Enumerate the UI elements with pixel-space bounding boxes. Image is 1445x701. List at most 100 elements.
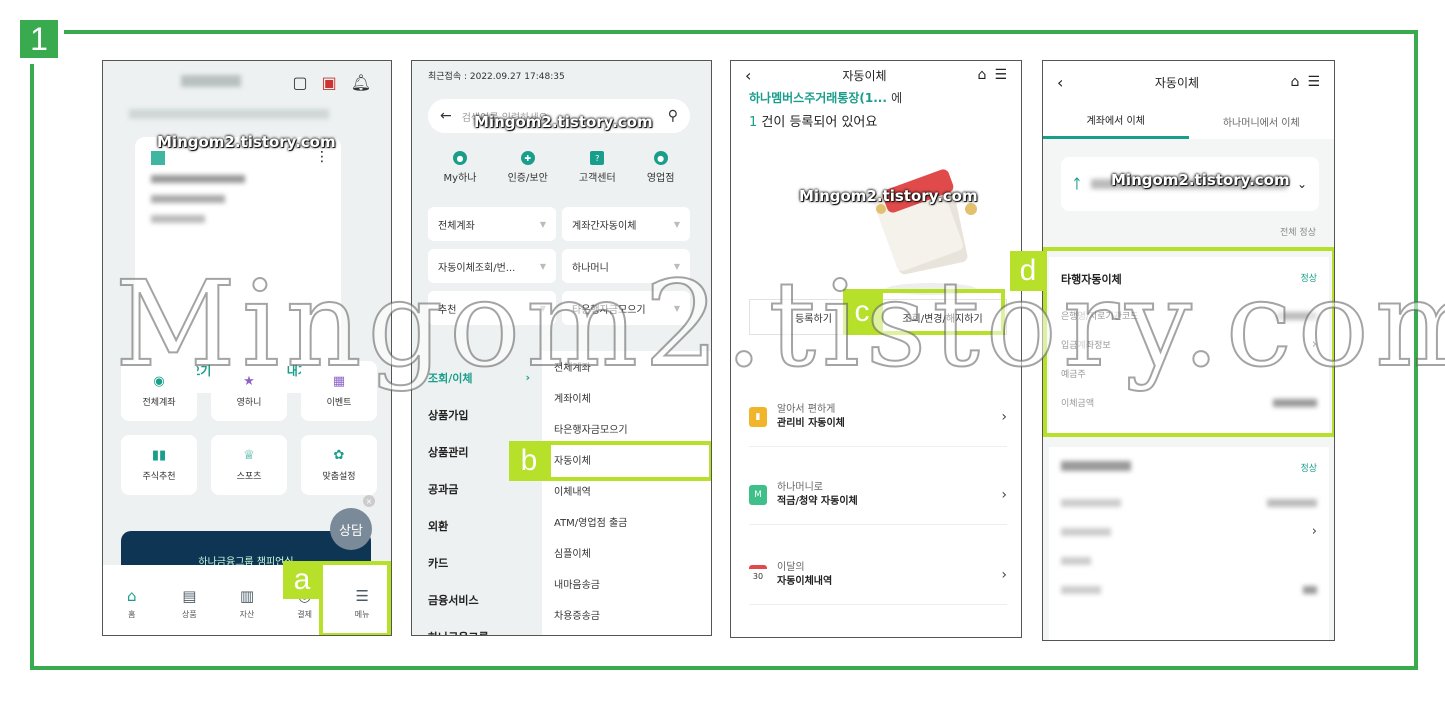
submenu-list: 전체계좌 계좌이체 타은행자금모으기 자동이체 이체내역 ATM/영업점 출금 … xyxy=(542,351,711,635)
consult-button[interactable]: 상담 xyxy=(330,508,372,550)
tile-stock-recommend[interactable]: ▮▮ 주식추천 xyxy=(121,435,197,495)
transfer-card[interactable]: 정상 › xyxy=(1049,447,1329,640)
chip-recommend[interactable]: 추천 ▼ xyxy=(428,291,556,325)
star-icon: ★ xyxy=(243,374,255,389)
category-foreign-exchange[interactable]: 외환 xyxy=(428,507,538,544)
detail-row xyxy=(1061,546,1317,575)
tile-custom-settings[interactable]: ✿ 맞춤설정 xyxy=(301,435,377,495)
submenu-all-accounts[interactable]: 전체계좌 xyxy=(554,351,711,382)
blurred-header xyxy=(129,109,329,119)
chip-label: 하나머니 xyxy=(572,262,609,274)
tab-from-account[interactable]: 계좌에서 이체 xyxy=(1043,103,1189,139)
wallet-icon[interactable]: ▢ xyxy=(292,73,307,92)
quick-label: My하나 xyxy=(443,173,477,184)
chip-label: 추천 xyxy=(438,304,457,316)
more-icon[interactable]: ⋮ xyxy=(315,149,329,165)
search-icon[interactable]: ⚲ xyxy=(668,108,678,124)
favorite-chips: 전체계좌 ▼ 계좌간자동이체 ▼ 자동이체조회/번... ▼ 하나머니 ▼ 추천 ▼ 타은… xyxy=(428,207,690,325)
chip-all-accounts[interactable]: 전체계좌 ▼ xyxy=(428,207,556,241)
back-icon[interactable]: ‹ xyxy=(1057,73,1063,92)
quick-auth-security[interactable]: ✚ 인증/보안 xyxy=(508,151,548,184)
phone-home-screen: ▢ ▣ 🔔︎ ⋮ 가져오기 보내기 Mingom2.tistory.com ◉ 전… xyxy=(102,60,392,636)
callout-c-tag: c xyxy=(843,289,881,335)
watermark-label: Mingom2.tistory.com xyxy=(157,133,336,151)
phone-menu-screen: 최근접속 : 2022.09.27 17:48:35 ← 검색어를 입력하세요 … xyxy=(411,60,712,636)
submenu-other-bank-collect[interactable]: 타은행자금모으기 xyxy=(554,413,711,444)
back-icon[interactable]: ‹ xyxy=(745,66,751,85)
chevron-down-icon: ▼ xyxy=(539,303,546,313)
qr-icon[interactable]: ▣ xyxy=(322,73,337,92)
calendar-icon: 30 xyxy=(749,564,767,585)
tile-label: 맞춤설정 xyxy=(322,472,356,482)
callout-d-highlight xyxy=(1043,247,1334,437)
chip-auto-transfer-between[interactable]: 계좌간자동이체 ▼ xyxy=(562,207,690,241)
category-financial-services[interactable]: 금융서비스 xyxy=(428,581,538,618)
registered-count: 1 건이 등록되어 있어요 xyxy=(749,111,877,130)
tile-young-hana[interactable]: ★ 영하니 xyxy=(211,361,287,421)
bell-icon[interactable]: 🔔︎ xyxy=(351,73,371,92)
building-icon: ▮ xyxy=(749,406,767,427)
back-arrow-icon[interactable]: ← xyxy=(440,108,452,124)
list-item[interactable]: M 하나머니로 적금/청약 자동이체 › xyxy=(749,465,1007,525)
account-selector[interactable]: 하나멤버스주거래통장(1... 에 xyxy=(749,89,902,106)
category-label: 조회/이체 xyxy=(428,371,473,385)
list-item-main: 적금/청약 자동이체 xyxy=(777,495,858,507)
chevron-down-icon: ▼ xyxy=(673,219,680,229)
hamburger-icon[interactable]: ☰ xyxy=(1307,74,1320,90)
nav-home[interactable]: ⌂ 홈 xyxy=(112,587,152,620)
products-icon: ▤ xyxy=(182,586,197,605)
list-item-text: 하나머니로 적금/청약 자동이체 xyxy=(777,481,991,509)
hamburger-icon[interactable]: ☰ xyxy=(994,67,1007,83)
submenu-atm-withdraw[interactable]: ATM/영업점 출금 xyxy=(554,506,711,537)
top-icons: ▢ ▣ 🔔︎ xyxy=(292,73,371,92)
nav-products[interactable]: ▤ 상품 xyxy=(169,587,209,620)
home-icon[interactable]: ⌂ xyxy=(978,67,987,83)
tile-label: 전체계좌 xyxy=(142,398,176,408)
quick-customer-center[interactable]: ? 고객센터 xyxy=(579,151,616,184)
chip-auto-transfer-inquiry[interactable]: 자동이체조회/번... ▼ xyxy=(428,249,556,283)
chevron-right-icon: › xyxy=(1001,486,1007,503)
chevron-right-icon: › xyxy=(525,371,530,384)
category-inquiry-transfer[interactable]: 조회/이체 › xyxy=(428,359,538,396)
close-icon[interactable]: × xyxy=(363,495,375,507)
list-item[interactable]: 30 이달의 자동이체내역 › xyxy=(749,545,1007,605)
blurred-label xyxy=(1061,585,1101,594)
calendar-illustration xyxy=(873,169,977,295)
home-icon[interactable]: ⌂ xyxy=(1291,74,1300,90)
tile-label: 주식추천 xyxy=(142,472,176,482)
tab-from-hana-money[interactable]: 하나머니에서 이체 xyxy=(1189,103,1335,139)
chart-icon: ▮▮ xyxy=(151,448,167,463)
account-card[interactable]: ⋮ 가져오기 보내기 xyxy=(135,137,341,393)
category-card[interactable]: 카드 xyxy=(428,544,538,581)
transfer-source-tabs: 계좌에서 이체 하나머니에서 이체 xyxy=(1043,103,1334,139)
category-product-join[interactable]: 상품가입 xyxy=(428,396,538,433)
quick-label: 고객센터 xyxy=(578,173,616,184)
chip-label: 전체계좌 xyxy=(438,220,475,232)
chevron-down-icon: ▼ xyxy=(539,261,546,271)
blurred-label xyxy=(1061,556,1091,565)
submenu-loan-note-remit[interactable]: 차용증송금 xyxy=(554,599,711,630)
category-hana-group[interactable]: 하나금융그룹 xyxy=(428,618,538,636)
status-filter[interactable]: 전체 정상 xyxy=(1280,225,1316,238)
account-name: 하나멤버스주거래통장(1... xyxy=(749,91,887,105)
chip-other-bank-collect[interactable]: 타은행자금모으기 ▼ xyxy=(562,291,690,325)
nav-assets[interactable]: ▥ 자산 xyxy=(227,587,267,620)
submenu-account-transfer[interactable]: 계좌이체 xyxy=(554,382,711,413)
tile-label: 이벤트 xyxy=(326,398,352,408)
submenu-simple-transfer[interactable]: 심플이체 xyxy=(554,537,711,568)
header: ‹ 자동이체 ⌂ ☰ xyxy=(1043,61,1334,103)
person-icon: ◉ xyxy=(153,374,165,389)
tile-sports[interactable]: ♕ 스포츠 xyxy=(211,435,287,495)
quick-branch[interactable]: ● 영업점 xyxy=(647,151,674,184)
tile-event[interactable]: ▦ 이벤트 xyxy=(301,361,377,421)
chevron-down-icon: ▼ xyxy=(673,303,680,313)
chip-label: 타은행자금모으기 xyxy=(572,304,646,316)
status-badge: 정상 xyxy=(1300,464,1317,474)
list-item[interactable]: ▮ 알아서 편하게 관리비 자동이체 › xyxy=(749,387,1007,447)
submenu-my-heart-remit[interactable]: 내마음송금 xyxy=(554,568,711,599)
chip-hana-money[interactable]: 하나머니 ▼ xyxy=(562,249,690,283)
phone-other-bank-transfer-screen: ‹ 자동이체 ⌂ ☰ 계좌에서 이체 하나머니에서 이체 ᛏ ⌄ Mingom2.… xyxy=(1042,60,1335,641)
quick-my-hana[interactable]: ● My하나 xyxy=(444,151,477,184)
list-item-text: 알아서 편하게 관리비 자동이체 xyxy=(777,403,991,431)
tile-all-accounts[interactable]: ◉ 전체계좌 xyxy=(121,361,197,421)
